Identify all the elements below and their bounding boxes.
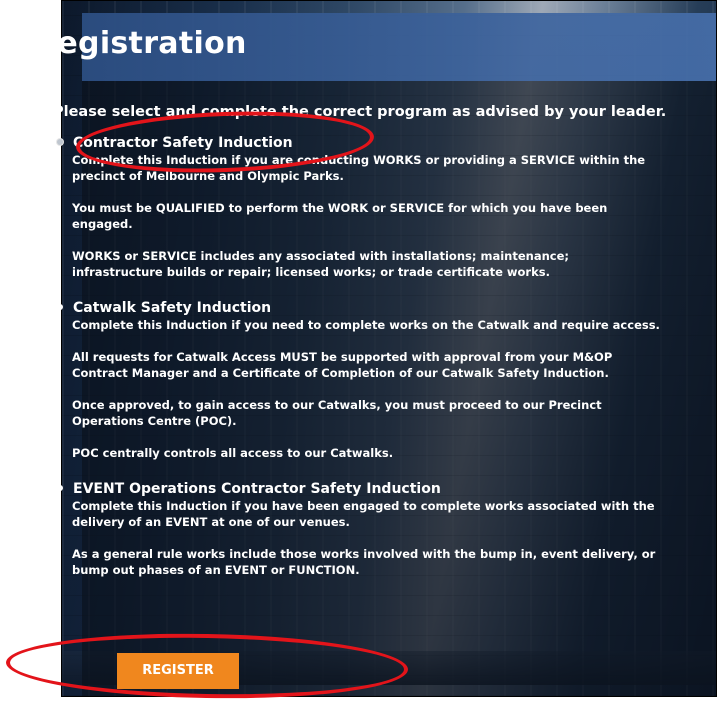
program-title[interactable]: Catwalk Safety Induction [53,299,663,317]
program-catwalk[interactable]: Catwalk Safety Induction Complete this I… [53,299,663,461]
program-event[interactable]: EVENT Operations Contractor Safety Induc… [53,480,663,578]
register-button[interactable]: REGISTER [117,653,239,689]
program-description: POC centrally controls all access to our… [72,446,394,460]
program-description: All requests for Catwalk Access MUST be … [72,350,613,380]
page-title: Registration [34,26,247,61]
program-title-text: Contractor Safety Induction [73,135,293,151]
radio-bullet-icon[interactable] [57,304,63,310]
intro-text: Please select and complete the correct p… [53,104,667,120]
program-title[interactable]: Contractor Safety Induction [53,134,663,152]
program-description: WORKS or SERVICE includes any associated… [72,249,569,279]
program-description: You must be QUALIFIED to perform the WOR… [72,201,608,231]
program-description: Complete this Induction if you have been… [72,499,655,529]
program-description: Complete this Induction if you need to c… [72,318,660,332]
program-title-text: EVENT Operations Contractor Safety Induc… [73,481,441,497]
program-description: As a general rule works include those wo… [72,547,656,577]
program-description: Complete this Induction if you are condu… [72,153,646,183]
program-contractor[interactable]: Contractor Safety Induction Complete thi… [53,134,663,280]
radio-bullet-icon[interactable] [57,485,63,491]
program-title[interactable]: EVENT Operations Contractor Safety Induc… [53,480,663,498]
program-list: Please select and complete the correct p… [53,104,667,597]
radio-bullet-icon[interactable] [57,139,63,145]
program-title-text: Catwalk Safety Induction [73,300,272,316]
program-description: Once approved, to gain access to our Cat… [72,398,602,428]
